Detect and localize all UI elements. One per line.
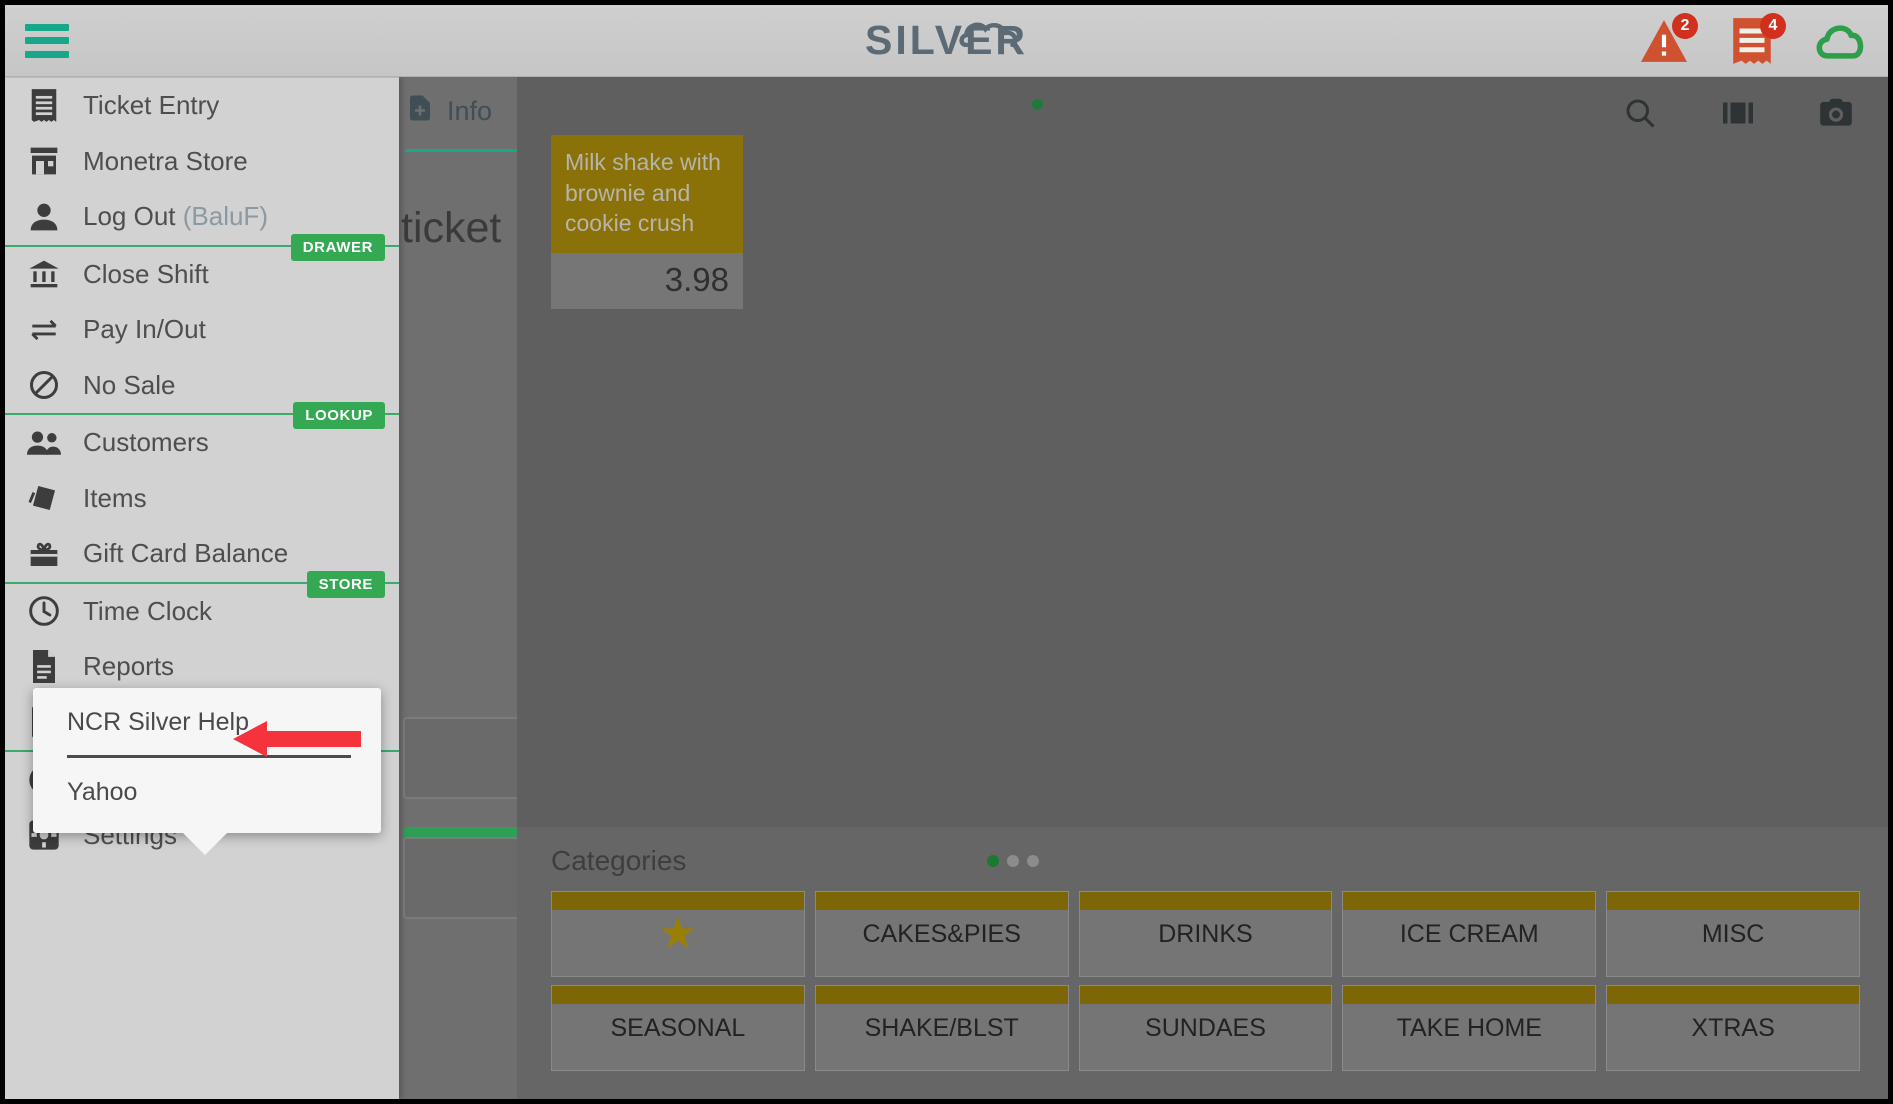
cloud-icon <box>958 22 1018 47</box>
category-button-label: MISC <box>1701 919 1765 948</box>
main-content: Milk shake with brownie and cookie crush… <box>517 77 1888 1099</box>
search-icon[interactable] <box>1618 91 1662 135</box>
menu-item-customers[interactable]: Customers <box>5 415 399 471</box>
tab-info[interactable]: Info <box>405 92 492 135</box>
people-icon <box>21 429 67 457</box>
menu-item-monetra-store[interactable]: Monetra Store <box>5 134 399 190</box>
item-tile-price: 3.98 <box>551 252 743 309</box>
store-icon <box>21 146 67 176</box>
category-button-favorites[interactable]: ★ <box>551 891 805 977</box>
menu-item-close-shift[interactable]: Close Shift <box>5 247 399 303</box>
menu-item-label: Ticket Entry <box>83 90 220 121</box>
sync-status-dot <box>1032 99 1043 110</box>
camera-icon[interactable] <box>1814 91 1858 135</box>
categories-section: Categories ★ CAKES&PIES DRINKS ICE CREAM MIS… <box>517 827 1888 1099</box>
ticket-field-upper[interactable] <box>403 717 523 799</box>
tab-info-label: Info <box>447 95 493 126</box>
help-chooser-popup: NCR Silver Help Yahoo <box>33 688 381 855</box>
category-button-ice-cream[interactable]: ICE CREAM <box>1342 891 1597 977</box>
star-icon: ★ <box>658 909 698 958</box>
receipt-badge: 4 <box>1760 13 1786 39</box>
cloud-status-icon[interactable] <box>1814 15 1866 67</box>
category-button-label: TAKE HOME <box>1396 1013 1542 1042</box>
popup-item-yahoo[interactable]: Yahoo <box>33 758 381 825</box>
category-button-xtras[interactable]: XTRAS <box>1606 985 1860 1071</box>
receipt-icon[interactable]: 4 <box>1726 13 1786 67</box>
menu-item-label: Pay In/Out <box>83 314 206 345</box>
categories-page-dots[interactable] <box>987 855 1039 867</box>
page-dot-1[interactable] <box>987 855 999 867</box>
category-button-cakes-pies[interactable]: CAKES&PIES <box>814 891 1069 977</box>
gift-card-icon <box>21 539 67 569</box>
category-button-label: SEASONAL <box>610 1013 746 1042</box>
app-header: SILVER 2 4 <box>5 5 1888 77</box>
header-status-icons: 2 4 <box>1638 5 1866 77</box>
category-button-label: XTRAS <box>1691 1013 1775 1042</box>
no-sale-icon <box>21 370 67 400</box>
clock-icon <box>21 595 67 627</box>
menu-item-label: Log Out (BaluF) <box>83 201 268 232</box>
popup-tail <box>183 833 227 855</box>
menu-item-label: Time Clock <box>83 595 213 626</box>
person-icon <box>21 201 67 233</box>
silver-logo: SILVER <box>865 5 1028 77</box>
menu-item-label: No Sale <box>83 369 176 400</box>
category-button-shake-blst[interactable]: SHAKE/BLST <box>814 985 1069 1071</box>
bank-icon <box>21 259 67 289</box>
page-dot-2[interactable] <box>1007 855 1019 867</box>
pos-app-window: Info ticket Milk shake with brownie and … <box>0 0 1893 1104</box>
popup-item-ncr-silver-help[interactable]: NCR Silver Help <box>33 688 381 755</box>
page-dot-3[interactable] <box>1027 855 1039 867</box>
menu-item-label: Customers <box>83 427 209 458</box>
categories-title: Categories <box>551 845 687 876</box>
receipt-icon <box>21 89 67 123</box>
category-button-drinks[interactable]: DRINKS <box>1078 891 1333 977</box>
menu-item-label: Reports <box>83 651 175 682</box>
menu-item-sublabel: (BaluF) <box>182 201 268 232</box>
category-button-label: SHAKE/BLST <box>864 1013 1019 1042</box>
menu-item-label: Close Shift <box>83 258 209 289</box>
alert-triangle-icon[interactable]: 2 <box>1638 13 1698 67</box>
menu-item-ticket-entry[interactable]: Ticket Entry <box>5 78 399 134</box>
item-tile[interactable]: Milk shake with brownie and cookie crush… <box>551 135 743 309</box>
menu-item-label: Items <box>83 482 147 513</box>
item-tile-name: Milk shake with brownie and cookie crush <box>551 135 743 253</box>
categories-header: Categories <box>517 827 1888 877</box>
menu-item-label: Monetra Store <box>83 145 248 176</box>
menu-item-pay-in-out[interactable]: Pay In/Out <box>5 302 399 358</box>
ticket-field-lower[interactable] <box>403 837 523 919</box>
category-button-seasonal[interactable]: SEASONAL <box>551 985 805 1071</box>
category-button-label: ICE CREAM <box>1399 919 1539 948</box>
tags-icon <box>21 482 67 514</box>
transfer-arrows-icon <box>21 317 67 343</box>
columns-layout-icon[interactable] <box>1716 91 1760 135</box>
categories-grid: ★ CAKES&PIES DRINKS ICE CREAM MISC SEASONAL SH… <box>517 877 1888 1071</box>
alert-badge: 2 <box>1672 13 1698 39</box>
menu-item-time-clock[interactable]: Time Clock <box>5 584 399 640</box>
content-toolbar <box>1618 91 1858 135</box>
category-button-take-home[interactable]: TAKE HOME <box>1342 985 1597 1071</box>
category-button-label: SUNDAES <box>1145 1013 1266 1042</box>
menu-item-label: Gift Card Balance <box>83 538 289 569</box>
category-button-misc[interactable]: MISC <box>1606 891 1860 977</box>
document-icon <box>21 650 67 684</box>
menu-item-items[interactable]: Items <box>5 471 399 527</box>
category-button-label: CAKES&PIES <box>862 919 1021 948</box>
navigation-drawer: Ticket Entry Monetra Store Log Out (BaluF)… <box>5 77 399 1099</box>
hamburger-icon[interactable] <box>25 23 69 58</box>
add-note-icon <box>405 92 435 131</box>
category-button-sundaes[interactable]: SUNDAES <box>1078 985 1333 1071</box>
menu-item-reports[interactable]: Reports <box>5 639 399 695</box>
category-button-label: DRINKS <box>1158 919 1253 948</box>
